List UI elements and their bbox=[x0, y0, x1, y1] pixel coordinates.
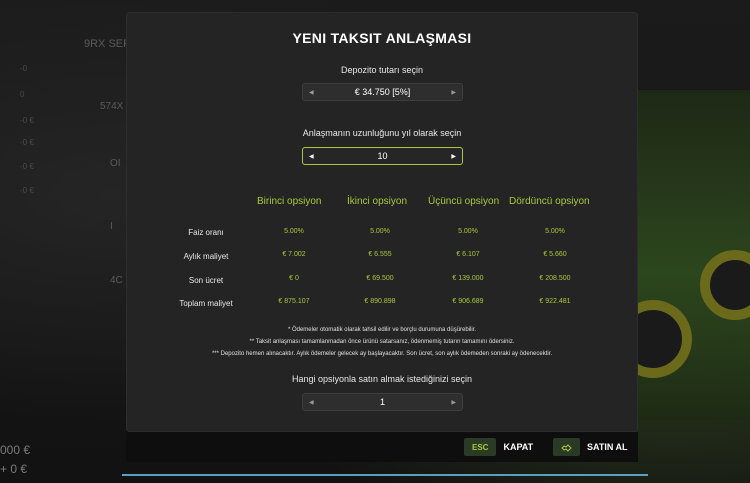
bg-total: 000 € bbox=[0, 443, 31, 457]
bg-side-label: OI bbox=[110, 158, 121, 169]
triangle-left-icon[interactable]: ◀ bbox=[309, 89, 314, 96]
option-header-2: İkinci opsiyon bbox=[347, 196, 408, 207]
table-cell: € 890.898 bbox=[364, 298, 396, 305]
bg-tick: -0 bbox=[20, 64, 28, 73]
installment-dialog: YENI TAKSIT ANLAŞMASI Depozito tutarı se… bbox=[126, 12, 638, 432]
bg-side-label: I bbox=[110, 221, 113, 232]
row-label-interest: Faiz oranı bbox=[188, 228, 224, 237]
buy-button[interactable]: SATIN AL bbox=[553, 438, 628, 456]
bg-total: + 0 € bbox=[0, 462, 28, 476]
bg-tick: -0 € bbox=[20, 138, 34, 147]
handshake-icon bbox=[553, 438, 580, 456]
duration-value: 10 bbox=[377, 151, 388, 161]
bg-side-label: 4C bbox=[110, 275, 123, 286]
table-cell: 5.00% bbox=[370, 228, 390, 235]
deposit-selector[interactable]: ◀ € 34.750 [5%] ▶ bbox=[302, 83, 463, 101]
buy-label: SATIN AL bbox=[587, 442, 628, 452]
triangle-left-icon[interactable]: ◀ bbox=[309, 399, 314, 406]
option-select-label: Hangi opsiyonla satın almak istediğinizi… bbox=[291, 374, 473, 384]
option-value: 1 bbox=[379, 397, 385, 407]
table-cell: € 6.555 bbox=[368, 251, 392, 258]
close-label: KAPAT bbox=[503, 442, 534, 452]
row-label-monthly: Aylık maliyet bbox=[183, 252, 229, 261]
progress-line bbox=[122, 474, 648, 476]
close-button[interactable]: ESC KAPAT bbox=[464, 438, 533, 456]
option-selector[interactable]: ◀ 1 ▶ bbox=[302, 393, 463, 411]
bg-vehicle-label: 9RX SER bbox=[84, 38, 132, 50]
option-header-3: Üçüncü opsiyon bbox=[428, 196, 500, 207]
footnote: ** Taksit anlaşması tamamlanmadan önce ü… bbox=[249, 339, 515, 345]
action-bar: ESC KAPAT SATIN AL bbox=[126, 432, 638, 462]
option-header-1: Birinci opsiyon bbox=[257, 196, 322, 207]
footnote: * Ödemeler otomatik olarak tahsil edilir… bbox=[287, 327, 477, 333]
esc-key-badge: ESC bbox=[464, 438, 497, 456]
table-cell: € 208.500 bbox=[539, 275, 571, 282]
bg-tick: 0 bbox=[20, 90, 25, 99]
bg-tick: -0 € bbox=[20, 116, 34, 125]
row-label-final: Son ücret bbox=[188, 276, 224, 285]
table-cell: € 139.000 bbox=[452, 275, 484, 282]
duration-label: Anlaşmanın uzunluğunu yıl olarak seçin bbox=[302, 128, 462, 138]
triangle-left-icon[interactable]: ◀ bbox=[309, 153, 314, 160]
row-label-total: Toplam maliyet bbox=[179, 299, 233, 308]
table-cell: 5.00% bbox=[284, 228, 304, 235]
footnote: *** Depozito hemen alınacaktır. Aylık öd… bbox=[211, 351, 553, 357]
bg-tick: -0 € bbox=[20, 186, 34, 195]
triangle-right-icon[interactable]: ▶ bbox=[451, 399, 456, 406]
bg-vehicle-label: 574X bbox=[100, 101, 124, 112]
table-cell: 5.00% bbox=[545, 228, 565, 235]
table-cell: € 922.481 bbox=[539, 298, 571, 305]
table-cell: € 906.689 bbox=[452, 298, 484, 305]
duration-selector[interactable]: ◀ 10 ▶ bbox=[302, 147, 463, 165]
option-header-4: Dördüncü opsiyon bbox=[509, 196, 590, 207]
table-cell: € 6.107 bbox=[456, 251, 480, 258]
triangle-right-icon[interactable]: ▶ bbox=[451, 89, 456, 96]
table-cell: € 69.500 bbox=[366, 275, 394, 282]
table-cell: 5.00% bbox=[458, 228, 478, 235]
table-cell: € 7.002 bbox=[282, 251, 306, 258]
bg-tick: -0 € bbox=[20, 162, 34, 171]
deposit-label: Depozito tutarı seçin bbox=[340, 65, 424, 75]
table-cell: € 0 bbox=[289, 275, 299, 282]
deposit-value: € 34.750 [5%] bbox=[354, 87, 411, 97]
dialog-title: YENI TAKSIT ANLAŞMASI bbox=[292, 30, 472, 46]
table-cell: € 5.660 bbox=[543, 251, 567, 258]
triangle-right-icon[interactable]: ▶ bbox=[451, 153, 456, 160]
table-cell: € 875.107 bbox=[278, 298, 310, 305]
